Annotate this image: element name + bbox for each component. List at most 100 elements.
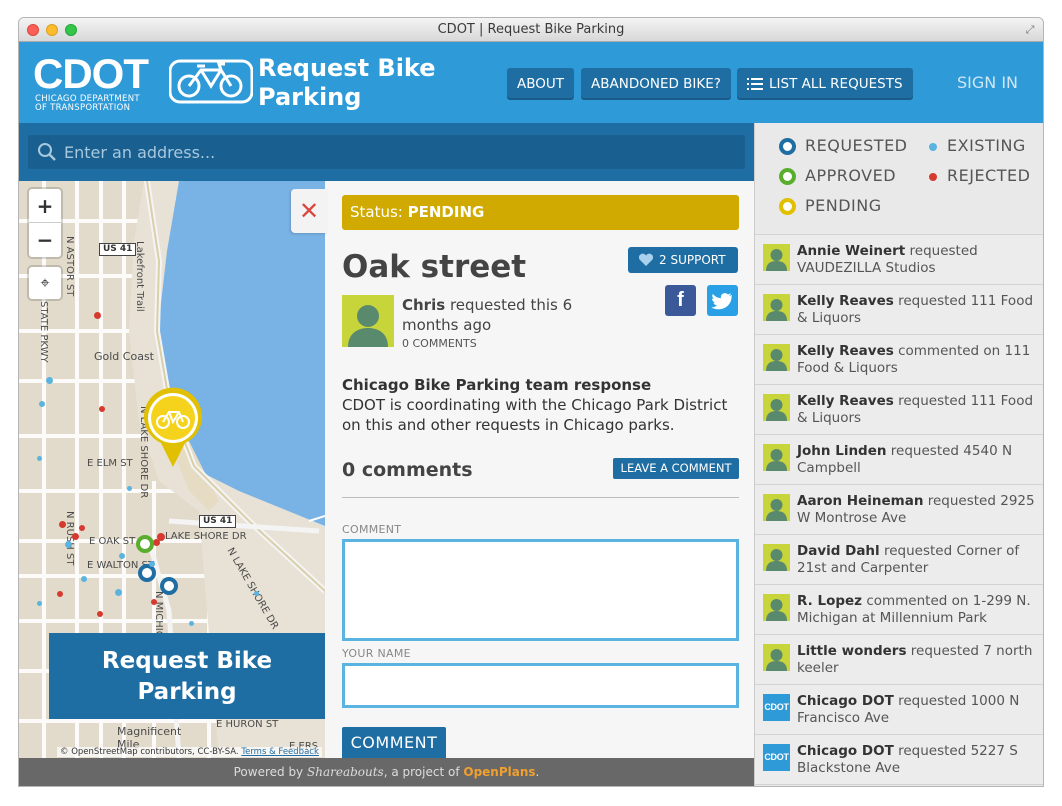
openplans-link[interactable]: OpenPlans	[463, 765, 535, 779]
activity-text: R. Lopez commented on 1-299 N. Michigan …	[797, 593, 1039, 627]
activity-item[interactable]: Little wonders requested 7 north keeler	[755, 635, 1043, 685]
avatar	[763, 244, 790, 271]
request-bike-parking-button[interactable]: Request Bike Parking	[49, 633, 325, 719]
activity-text: Chicago DOT requested 5227 S Blackstone …	[797, 743, 1039, 777]
activity-user: Little wonders	[797, 643, 907, 659]
list-all-requests-button[interactable]: LIST ALL REQUESTS	[737, 68, 913, 100]
twitter-bird-icon	[711, 293, 732, 310]
user-avatar-icon	[766, 299, 787, 321]
map-marker-rejected[interactable]	[59, 521, 66, 528]
map-marker-rejected[interactable]	[99, 406, 105, 412]
map-marker-rejected[interactable]	[57, 591, 63, 597]
leave-comment-button[interactable]: LEAVE A COMMENT	[613, 458, 739, 479]
requested-legend-icon	[779, 138, 796, 155]
map-marker-existing[interactable]	[39, 401, 45, 407]
heart-icon	[638, 253, 654, 266]
map-marker-existing[interactable]	[46, 377, 53, 384]
map-label-gold-coast: Gold Coast	[94, 350, 154, 363]
activity-text: Kelly Reaves requested 111 Food & Liquor…	[797, 393, 1039, 427]
rejected-legend-icon	[929, 173, 937, 181]
activity-action: requested	[898, 743, 967, 759]
terms-feedback-link[interactable]: Terms & Feedback	[241, 747, 319, 757]
address-search-input[interactable]	[64, 135, 734, 169]
support-button[interactable]: 2 SUPPORT	[628, 247, 738, 273]
submitter-name[interactable]: Chris	[402, 296, 445, 314]
activity-text: David Dahl requested Corner of 21st and …	[797, 543, 1039, 577]
map-marker-rejected[interactable]	[97, 611, 103, 617]
user-avatar-icon	[766, 599, 787, 621]
cdot-avatar: CDOT	[763, 744, 790, 771]
sign-in-link[interactable]: SIGN IN	[957, 72, 1018, 94]
place-detail-panel: Status: PENDING Oak street 2 SUPPORT f C…	[325, 181, 754, 758]
map-marker-existing[interactable]	[81, 576, 87, 582]
activity-item[interactable]: Kelly Reaves requested 111 Food & Liquor…	[755, 385, 1043, 435]
activity-action: requested	[883, 543, 953, 559]
map-label-e-huron: E HURON ST	[216, 719, 279, 730]
close-detail-button[interactable]: ✕	[291, 189, 327, 233]
activity-item[interactable]: Kelly Reaves requested 111 Food & Liquor…	[755, 285, 1043, 335]
activity-item[interactable]: Kelly Reaves commented on 111 Food & Liq…	[755, 335, 1043, 385]
response-heading: Chicago Bike Parking team response	[342, 376, 652, 394]
activity-place: VAUDEZILLA Studios	[797, 260, 936, 276]
cdot-avatar: CDOT	[763, 694, 790, 721]
selected-pending-marker-icon[interactable]	[141, 387, 205, 469]
activity-item[interactable]: CDOT Chicago DOT requested 5227 S Blacks…	[755, 735, 1043, 785]
list-icon	[747, 78, 763, 90]
fullscreen-icon[interactable]: ⤢	[1023, 23, 1037, 37]
map-marker-rejected[interactable]	[153, 539, 160, 546]
facebook-share-icon[interactable]: f	[665, 285, 696, 316]
map-marker-existing[interactable]	[65, 541, 72, 548]
zoom-in-button[interactable]: +	[29, 189, 61, 223]
map-marker-rejected[interactable]	[151, 599, 157, 605]
activity-item[interactable]: CDOT Chicago DOT requested 1000 N Franci…	[755, 685, 1043, 735]
map-attribution: © OpenStreetMap contributors, CC-BY-SA. …	[57, 747, 322, 757]
site-title[interactable]: Request Bike Parking	[258, 54, 448, 112]
activity-action: commented on	[866, 593, 969, 609]
attribution-text: © OpenStreetMap contributors, CC-BY-SA.	[60, 747, 239, 757]
abandoned-bike-button[interactable]: ABANDONED BIKE?	[581, 68, 731, 100]
comments-count[interactable]: 0 COMMENTS	[402, 337, 477, 350]
avatar	[342, 295, 394, 347]
avatar	[763, 644, 790, 671]
map-marker-existing[interactable]	[149, 561, 155, 567]
activity-action: requested	[890, 443, 959, 459]
activity-user: Kelly Reaves	[797, 343, 894, 359]
map-marker-existing[interactable]	[119, 553, 125, 559]
map-marker-rejected[interactable]	[79, 525, 85, 531]
activity-item[interactable]: David Dahl requested Corner of 21st and …	[755, 535, 1043, 585]
activity-text: Kelly Reaves requested 111 Food & Liquor…	[797, 293, 1039, 327]
shareabouts-link[interactable]: Shareabouts	[307, 765, 384, 779]
map-marker-requested[interactable]	[160, 577, 178, 595]
close-window-button[interactable]	[27, 24, 39, 36]
map-marker-rejected[interactable]	[94, 312, 101, 319]
minimize-window-button[interactable]	[46, 24, 58, 36]
cdot-logo[interactable]: CDOT	[33, 53, 149, 95]
search-box	[28, 135, 745, 169]
zoom-window-button[interactable]	[65, 24, 77, 36]
user-avatar-icon	[766, 499, 787, 521]
site-header: CDOT CHICAGO DEPARTMENT OF TRANSPORTATIO…	[19, 42, 1043, 123]
map-marker-existing[interactable]	[254, 591, 259, 596]
map-marker-existing[interactable]	[37, 601, 42, 606]
your-name-label: YOUR NAME	[342, 647, 411, 660]
map-marker-rejected[interactable]	[72, 533, 79, 540]
footer-suffix: .	[535, 765, 540, 779]
about-button[interactable]: ABOUT	[507, 68, 575, 100]
divider	[342, 497, 739, 498]
twitter-share-icon[interactable]	[707, 285, 738, 316]
map-marker-existing[interactable]	[127, 486, 132, 491]
zoom-out-button[interactable]: −	[29, 223, 61, 257]
activity-item[interactable]: R. Lopez commented on 1-299 N. Michigan …	[755, 585, 1043, 635]
map-marker-existing[interactable]	[37, 456, 42, 461]
submit-comment-button[interactable]: COMMENT	[342, 727, 446, 758]
map-marker-approved[interactable]	[136, 535, 154, 553]
locate-me-icon[interactable]: ⌖	[29, 267, 61, 299]
comment-field[interactable]	[342, 539, 739, 641]
your-name-field[interactable]	[342, 663, 739, 708]
activity-item[interactable]: Annie Weinert requested VAUDEZILLA Studi…	[755, 235, 1043, 285]
map-marker-existing[interactable]	[115, 589, 122, 596]
search-bar	[19, 123, 754, 181]
activity-item[interactable]: Aaron Heineman requested 2925 W Montrose…	[755, 485, 1043, 535]
map-marker-existing[interactable]	[189, 621, 194, 626]
activity-item[interactable]: John Linden requested 4540 N Campbell	[755, 435, 1043, 485]
